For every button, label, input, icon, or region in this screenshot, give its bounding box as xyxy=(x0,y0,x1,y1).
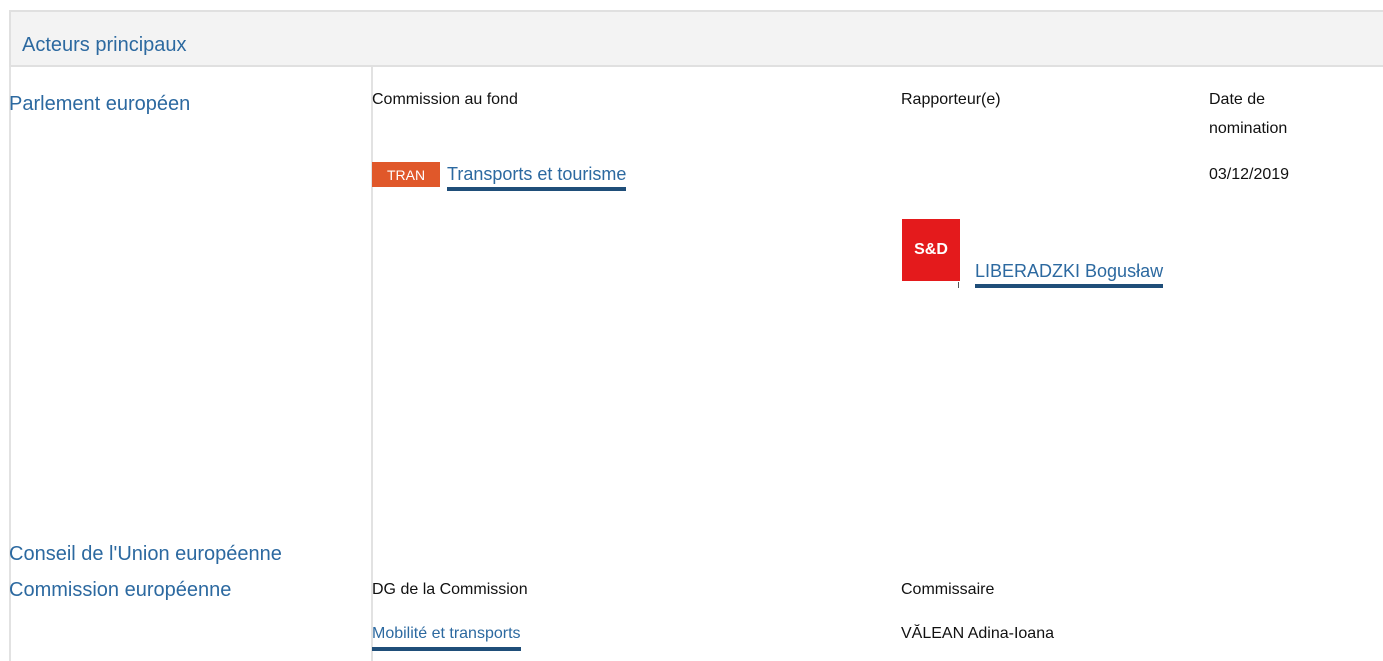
panel-header xyxy=(9,10,1383,67)
column-divider xyxy=(371,67,373,661)
logo-marker xyxy=(958,282,959,288)
column-header-rapporteur: Rapporteur(e) xyxy=(901,91,1001,108)
column-header-commissioner: Commissaire xyxy=(901,581,995,598)
political-group-logo: S&D xyxy=(902,219,960,281)
nomination-date: 03/12/2019 xyxy=(1209,166,1290,183)
panel-title: Acteurs principaux xyxy=(22,34,187,56)
dg-link[interactable]: Mobilité et transports xyxy=(372,624,521,651)
column-header-date-line1: Date de xyxy=(1209,91,1266,108)
column-header-date-line2: nomination xyxy=(1209,120,1288,137)
left-border xyxy=(9,67,11,661)
key-players-panel: Acteurs principaux Parlement européen Co… xyxy=(0,0,1383,661)
column-header-committee: Commission au fond xyxy=(372,91,518,108)
committee-link[interactable]: Transports et tourisme xyxy=(447,164,627,191)
institution-council: Conseil de l'Union européenne xyxy=(9,543,282,565)
column-header-dg: DG de la Commission xyxy=(372,581,528,598)
institution-commission: Commission européenne xyxy=(9,579,232,601)
committee-badge: TRAN xyxy=(372,162,440,187)
institution-parliament: Parlement européen xyxy=(9,93,191,115)
rapporteur-link[interactable]: LIBERADZKI Bogusław xyxy=(975,261,1164,288)
commissioner-name: VĂLEAN Adina-Ioana xyxy=(901,625,1054,642)
